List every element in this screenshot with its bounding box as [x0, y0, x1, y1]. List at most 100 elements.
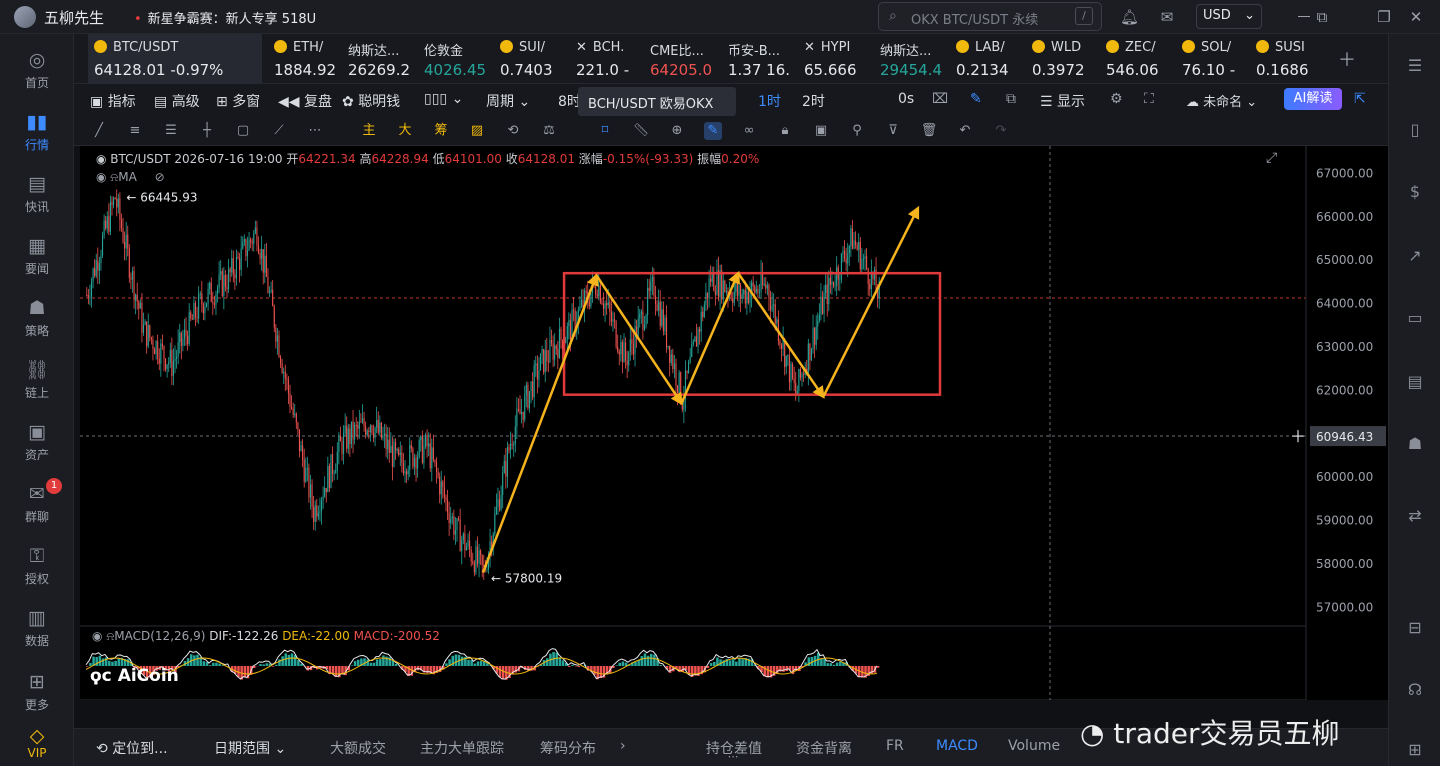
robot-icon[interactable]: ☗ — [1405, 434, 1425, 454]
sidebar-item-news[interactable]: ▦ 要闻 — [0, 228, 74, 290]
period-2h[interactable]: 2时 — [802, 91, 825, 111]
horizontal-lines-tool-icon[interactable]: ☰ — [162, 122, 180, 140]
ticker-zec[interactable]: ZEC/546.06 — [1100, 34, 1170, 84]
layout-name-select[interactable]: ☁ 未命名 ⌄ — [1186, 91, 1257, 110]
dollar-icon[interactable]: $ — [1405, 182, 1425, 202]
ticker-lab[interactable]: LAB/0.2134 — [950, 34, 1020, 84]
minimize-button[interactable] — [1298, 16, 1310, 17]
pen-icon[interactable]: ✎ — [970, 91, 982, 107]
bell-icon[interactable]: 🔔︎ — [1120, 8, 1139, 26]
pip-window-icon[interactable]: ⧉ — [1313, 8, 1331, 26]
trash-icon[interactable]: 🗑︎ — [920, 122, 938, 140]
fullscreen-icon[interactable]: ⛶ — [1144, 91, 1154, 107]
magnet-icon[interactable]: ∞ — [740, 122, 758, 140]
legend-eye-icon[interactable]: ◉ — [92, 629, 102, 643]
lock-icon[interactable]: 🔒︎ — [776, 122, 794, 140]
ticker-wld[interactable]: WLD 0.3972 — [1026, 34, 1096, 84]
mail-icon[interactable]: ✉ — [1158, 8, 1176, 26]
horizontal-ray-tool-icon[interactable]: ┼ — [198, 122, 216, 140]
share-icon[interactable]: ⇱ — [1354, 91, 1366, 107]
ticker-eth[interactable]: ETH/1884.92 — [268, 34, 338, 84]
legend-eye-icon[interactable]: ◉ — [96, 152, 110, 166]
main-force-tool[interactable]: 主 — [360, 122, 378, 140]
ticker-binance-b[interactable]: 币安-B... 1.37 16. — [722, 34, 790, 84]
rectangle-tool-icon[interactable]: ▢ — [234, 122, 252, 140]
tab-main-track[interactable]: 主力大单跟踪 — [420, 738, 504, 758]
multi-window-button[interactable]: ⊞ 多窗 — [216, 91, 260, 111]
locate-button[interactable]: ⟲ 定位到... — [96, 738, 168, 758]
exchange-icon[interactable]: ⇄ — [1405, 506, 1425, 526]
sidebar-item-more[interactable]: ⊞ 更多 — [0, 664, 74, 726]
indicators-button[interactable]: ▣ 指标 — [90, 91, 136, 111]
layout-icon[interactable]: ⊟ — [1405, 618, 1425, 638]
legend-eye-icon[interactable]: ◉ — [96, 170, 110, 184]
monitor-icon[interactable]: ▭ — [1405, 308, 1425, 328]
date-range-select[interactable]: 日期范围 ⌄ — [214, 738, 286, 758]
smart-money-button[interactable]: ✿ 聪明钱 — [342, 91, 400, 111]
trend-icon[interactable]: ↗ — [1405, 246, 1425, 266]
position-tool-icon[interactable]: ⟲ — [504, 122, 522, 140]
tab-volume[interactable]: Volume — [1008, 738, 1060, 754]
filter-icon[interactable]: ⊽ — [884, 122, 902, 140]
camera-icon[interactable]: ⌧ — [932, 91, 948, 107]
zoom-in-icon[interactable]: ⊕ — [668, 122, 686, 140]
big-order-tool[interactable]: 大 — [396, 122, 414, 140]
expand-icon[interactable]: ⧉ — [1006, 91, 1016, 107]
tab-fr[interactable]: FR — [886, 738, 904, 754]
period-select[interactable]: 周期 ⌄ — [486, 91, 530, 111]
ticker-gold[interactable]: 伦敦金 4026.45 — [418, 34, 494, 84]
redo-icon[interactable]: ↷ — [992, 122, 1010, 140]
draw-mode-icon[interactable]: ✎ — [704, 122, 722, 140]
ai-analysis-button[interactable]: AI解读 — [1284, 88, 1342, 110]
chart-type-select[interactable]: ▯▯▯ ⌄ — [424, 91, 463, 107]
hide-drawings-icon[interactable]: ▣ — [812, 122, 830, 140]
brush-tool-icon[interactable]: ⟋ — [270, 122, 288, 140]
advanced-button[interactable]: ▤ 高级 — [154, 91, 200, 111]
settings-icon[interactable]: ⚙ — [1110, 91, 1123, 107]
ticker-nasdaq-2[interactable]: 纳斯达... 29454.4 — [874, 34, 946, 84]
headset-icon[interactable]: ☊ — [1405, 680, 1425, 700]
ticker-sol[interactable]: SOL/76.10 - — [1176, 34, 1246, 84]
tab-macd[interactable]: MACD — [936, 738, 978, 754]
measure-tool-icon[interactable]: ⚖ — [540, 122, 558, 140]
more-tools-icon[interactable]: ⋯ — [306, 122, 324, 140]
price-chart[interactable]: ← 66445.93← 57800.19 1000.000.00 67000.0… — [80, 146, 1388, 700]
sidebar-item-market[interactable]: ▮▮ 行情 — [0, 104, 74, 166]
search-input[interactable]: OKX BTC/USDT 永续 — [911, 9, 1038, 28]
sidebar-item-assets[interactable]: ▣ 资产 — [0, 414, 74, 476]
promo-banner[interactable]: • 新星争霸赛：新人专享 518U — [134, 8, 316, 27]
sidebar-item-home[interactable]: ◎ 首页 — [0, 42, 74, 104]
trendline-tool-icon[interactable]: ╱ — [90, 122, 108, 140]
chart-expand-icon[interactable]: ⤢ — [1266, 150, 1277, 166]
sidebar-item-data[interactable]: ▥ 数据 — [0, 600, 74, 662]
ticker-sushi[interactable]: SUSI 0.1686 — [1250, 34, 1320, 84]
ticker-sui[interactable]: SUI/0.7403 — [494, 34, 564, 84]
chip-tool[interactable]: 筹 — [432, 122, 450, 140]
sidebar-item-strategy[interactable]: ☗ 策略 — [0, 290, 74, 352]
ruler-tool-icon[interactable]: 📏︎ — [632, 122, 650, 140]
hide-eye-icon[interactable]: ⊘ — [155, 170, 165, 184]
sidebar-item-flash[interactable]: ▤ 快讯 — [0, 166, 74, 228]
display-button[interactable]: ☰ 显示 — [1040, 91, 1085, 111]
currency-select[interactable]: USD ⌄ — [1196, 4, 1262, 29]
tab-chip-dist[interactable]: 筹码分布 — [540, 738, 596, 758]
close-window-button[interactable]: ✕ — [1407, 8, 1425, 26]
document-icon[interactable]: ▯ — [1405, 120, 1425, 140]
period-0s[interactable]: 0s — [898, 91, 914, 107]
replay-button[interactable]: ◀◀ 复盘 — [278, 91, 332, 111]
parallel-channel-tool-icon[interactable]: ≡ — [126, 122, 144, 140]
search-box[interactable]: ⌕ OKX BTC/USDT 永续 / — [878, 2, 1102, 31]
sidebar-item-auth[interactable]: ⚿ 授权 — [0, 538, 74, 600]
restore-window-button[interactable]: ❐ — [1375, 8, 1393, 26]
ticker-nasdaq[interactable]: 纳斯达... 26269.2 — [342, 34, 416, 84]
sidebar-item-vip[interactable]: ◇ VIP — [0, 718, 74, 766]
add-ticker-button[interactable]: ＋ — [1338, 46, 1356, 72]
undo-icon[interactable]: ↶ — [956, 122, 974, 140]
sidebar-item-chat[interactable]: ✉ 1 群聊 — [0, 476, 74, 538]
period-1h[interactable]: 1时 — [758, 91, 781, 111]
heatmap-tool-icon[interactable]: ▨ — [468, 122, 486, 140]
grid-icon[interactable]: ⊞ — [1405, 740, 1425, 760]
list-icon[interactable]: ☰ — [1405, 56, 1425, 76]
ticker-bch[interactable]: ✕ BCH. 221.0 - — [570, 34, 636, 84]
tab-big-volume[interactable]: 大额成交 — [330, 738, 386, 758]
